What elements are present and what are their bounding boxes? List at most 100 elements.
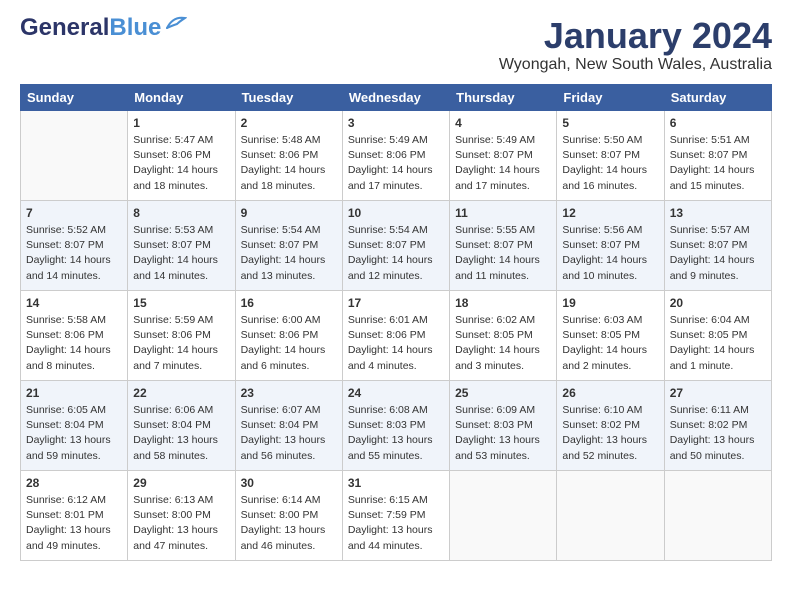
day-info-line: Sunrise: 6:06 AM [133, 403, 229, 418]
day-info-line: Sunrise: 5:49 AM [455, 133, 551, 148]
day-number: 16 [241, 295, 337, 312]
calendar-cell: 14Sunrise: 5:58 AMSunset: 8:06 PMDayligh… [21, 290, 128, 380]
day-number: 26 [562, 385, 658, 402]
day-info-line: Sunset: 8:07 PM [562, 238, 658, 253]
day-info-line: and 58 minutes. [133, 449, 229, 464]
day-info-line: and 14 minutes. [26, 269, 122, 284]
calendar-cell: 9Sunrise: 5:54 AMSunset: 8:07 PMDaylight… [235, 200, 342, 290]
day-info-line: and 44 minutes. [348, 539, 444, 554]
day-info-line: Daylight: 14 hours [348, 163, 444, 178]
weekday-header-saturday: Saturday [664, 84, 771, 110]
day-info-line: Sunset: 8:02 PM [670, 418, 766, 433]
day-number: 15 [133, 295, 229, 312]
day-info-line: Sunset: 8:06 PM [26, 328, 122, 343]
day-info-line: Daylight: 14 hours [562, 343, 658, 358]
day-info-line: and 3 minutes. [455, 359, 551, 374]
day-info-line: and 52 minutes. [562, 449, 658, 464]
calendar-cell: 24Sunrise: 6:08 AMSunset: 8:03 PMDayligh… [342, 380, 449, 470]
calendar-cell: 25Sunrise: 6:09 AMSunset: 8:03 PMDayligh… [450, 380, 557, 470]
weekday-header-wednesday: Wednesday [342, 84, 449, 110]
day-info-line: Sunrise: 5:56 AM [562, 223, 658, 238]
calendar-cell: 15Sunrise: 5:59 AMSunset: 8:06 PMDayligh… [128, 290, 235, 380]
day-info-line: Daylight: 14 hours [562, 163, 658, 178]
day-info-line: Sunrise: 6:03 AM [562, 313, 658, 328]
day-number: 4 [455, 115, 551, 132]
day-info-line: Sunrise: 6:04 AM [670, 313, 766, 328]
day-number: 27 [670, 385, 766, 402]
calendar-cell: 10Sunrise: 5:54 AMSunset: 8:07 PMDayligh… [342, 200, 449, 290]
page: GeneralBlue January 2024 Wyongah, New So… [0, 0, 792, 571]
day-info-line: Sunrise: 6:10 AM [562, 403, 658, 418]
day-info-line: Sunset: 8:07 PM [455, 238, 551, 253]
day-info-line: Sunset: 8:06 PM [133, 328, 229, 343]
day-info-line: Sunrise: 6:12 AM [26, 493, 122, 508]
day-info-line: and 8 minutes. [26, 359, 122, 374]
day-info-line: and 12 minutes. [348, 269, 444, 284]
day-info-line: Daylight: 14 hours [670, 343, 766, 358]
day-info-line: Daylight: 13 hours [562, 433, 658, 448]
day-info-line: Daylight: 14 hours [26, 343, 122, 358]
day-info-line: and 9 minutes. [670, 269, 766, 284]
calendar-cell: 26Sunrise: 6:10 AMSunset: 8:02 PMDayligh… [557, 380, 664, 470]
day-info-line: Daylight: 14 hours [133, 343, 229, 358]
day-info-line: and 10 minutes. [562, 269, 658, 284]
day-info-line: Sunset: 8:06 PM [241, 328, 337, 343]
day-info-line: Sunset: 8:07 PM [26, 238, 122, 253]
calendar-cell [557, 470, 664, 560]
day-info-line: Sunset: 7:59 PM [348, 508, 444, 523]
day-info-line: and 46 minutes. [241, 539, 337, 554]
day-info-line: Sunrise: 6:02 AM [455, 313, 551, 328]
day-number: 23 [241, 385, 337, 402]
day-info-line: Sunset: 8:02 PM [562, 418, 658, 433]
day-info-line: Daylight: 14 hours [133, 253, 229, 268]
day-number: 9 [241, 205, 337, 222]
day-number: 7 [26, 205, 122, 222]
day-number: 5 [562, 115, 658, 132]
day-info-line: and 49 minutes. [26, 539, 122, 554]
day-info-line: and 14 minutes. [133, 269, 229, 284]
day-info-line: and 17 minutes. [348, 179, 444, 194]
day-number: 19 [562, 295, 658, 312]
calendar-cell: 22Sunrise: 6:06 AMSunset: 8:04 PMDayligh… [128, 380, 235, 470]
day-number: 10 [348, 205, 444, 222]
day-info-line: and 18 minutes. [133, 179, 229, 194]
day-info-line: and 59 minutes. [26, 449, 122, 464]
week-row-3: 14Sunrise: 5:58 AMSunset: 8:06 PMDayligh… [21, 290, 772, 380]
day-info-line: Sunrise: 6:13 AM [133, 493, 229, 508]
weekday-header-sunday: Sunday [21, 84, 128, 110]
day-info-line: Daylight: 14 hours [670, 253, 766, 268]
day-info-line: Sunrise: 5:58 AM [26, 313, 122, 328]
weekday-header-row: SundayMondayTuesdayWednesdayThursdayFrid… [21, 84, 772, 110]
day-info-line: Sunrise: 6:05 AM [26, 403, 122, 418]
day-info-line: Sunset: 8:07 PM [455, 148, 551, 163]
day-info-line: Daylight: 13 hours [348, 433, 444, 448]
calendar-cell: 7Sunrise: 5:52 AMSunset: 8:07 PMDaylight… [21, 200, 128, 290]
day-info-line: and 55 minutes. [348, 449, 444, 464]
day-info-line: Sunset: 8:07 PM [670, 148, 766, 163]
day-info-line: Sunset: 8:06 PM [348, 148, 444, 163]
calendar-cell [664, 470, 771, 560]
calendar-cell: 21Sunrise: 6:05 AMSunset: 8:04 PMDayligh… [21, 380, 128, 470]
day-info-line: Sunset: 8:07 PM [241, 238, 337, 253]
day-info-line: Daylight: 14 hours [455, 343, 551, 358]
day-number: 14 [26, 295, 122, 312]
day-info-line: Sunset: 8:03 PM [348, 418, 444, 433]
day-info-line: and 11 minutes. [455, 269, 551, 284]
day-info-line: Sunrise: 5:47 AM [133, 133, 229, 148]
day-info-line: and 18 minutes. [241, 179, 337, 194]
day-info-line: Sunrise: 5:53 AM [133, 223, 229, 238]
day-info-line: and 50 minutes. [670, 449, 766, 464]
logo-text: GeneralBlue [20, 16, 161, 40]
calendar-cell: 19Sunrise: 6:03 AMSunset: 8:05 PMDayligh… [557, 290, 664, 380]
day-number: 30 [241, 475, 337, 492]
day-info-line: Sunrise: 5:54 AM [241, 223, 337, 238]
week-row-2: 7Sunrise: 5:52 AMSunset: 8:07 PMDaylight… [21, 200, 772, 290]
day-info-line: Daylight: 13 hours [241, 523, 337, 538]
day-info-line: Daylight: 14 hours [348, 343, 444, 358]
day-info-line: Sunrise: 5:51 AM [670, 133, 766, 148]
day-info-line: Sunset: 8:04 PM [241, 418, 337, 433]
day-info-line: and 53 minutes. [455, 449, 551, 464]
day-number: 20 [670, 295, 766, 312]
day-info-line: Sunset: 8:06 PM [348, 328, 444, 343]
calendar-cell: 29Sunrise: 6:13 AMSunset: 8:00 PMDayligh… [128, 470, 235, 560]
